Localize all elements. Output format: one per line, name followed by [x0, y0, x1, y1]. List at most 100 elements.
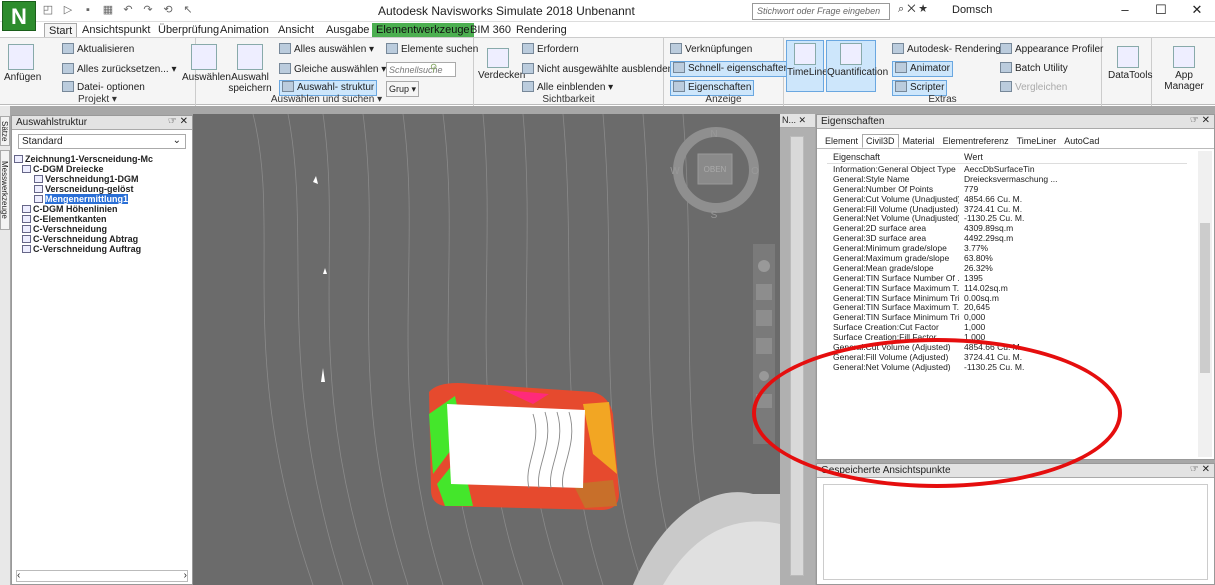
tree-item[interactable]: C-Verschneidung Auftrag [14, 244, 192, 254]
new-icon[interactable]: ◰ [40, 3, 56, 18]
selection-tree-controls[interactable]: ☞ ✕ [168, 116, 188, 127]
tab-animation[interactable]: Animation [216, 23, 273, 37]
title-icons[interactable]: ⌕ ✕ ★ [898, 3, 928, 16]
schnelleigenschaften-button[interactable]: Schnell- eigenschaften [670, 61, 793, 77]
alle-einblenden-button[interactable]: Alle einblenden ▾ [522, 81, 613, 95]
selection-tree-dropdown[interactable]: Standard ⌄ [18, 134, 186, 149]
property-row[interactable]: General:TIN Surface Maximum T... 20,645 [827, 303, 1187, 313]
compass-n[interactable]: N [710, 129, 717, 140]
tab-elementwerkzeuge[interactable]: Elementwerkzeuge [372, 23, 474, 37]
tree-item[interactable]: C-Verschneidung [14, 224, 192, 234]
property-row[interactable]: Surface Creation:Cut Factor 1,000 [827, 323, 1187, 333]
tab-saetze[interactable]: Sätze [0, 116, 10, 146]
horizontal-scrollbar[interactable]: ‹ › [16, 570, 188, 582]
property-row[interactable]: General:Net Volume (Unadjusted) -1130.25 … [827, 214, 1187, 224]
print-icon[interactable]: ▦ [100, 3, 116, 18]
gleiche-auswaehlen-button[interactable]: Gleiche auswählen ▾ [279, 63, 386, 77]
panel-label-projekt[interactable]: Projekt ▾ [0, 94, 195, 106]
view-cube[interactable]: OBEN N S W O [670, 127, 759, 221]
tab-ausgabe[interactable]: Ausgabe [322, 23, 373, 37]
walk-icon[interactable] [756, 394, 772, 408]
property-row[interactable]: General:Number Of Points 779 [827, 185, 1187, 195]
tree-item[interactable]: Verschneidung1-DGM [14, 174, 192, 184]
tab-start[interactable]: Start [44, 23, 78, 37]
tab-bim360[interactable]: BIM 360 [466, 23, 515, 37]
datatools-button[interactable]: DataTools [1108, 46, 1152, 81]
viewcube-top-label[interactable]: OBEN [704, 165, 727, 174]
app-manager-button[interactable]: App Manager [1154, 46, 1214, 92]
property-row[interactable]: General:Style Name Dreiecksvermaschung ..… [827, 175, 1187, 185]
select-icon[interactable]: ↖ [180, 3, 196, 18]
auswaehlen-button[interactable]: Auswählen [182, 44, 231, 83]
verdecken-button[interactable]: Verdecken [478, 48, 525, 81]
aktualisieren-button[interactable]: Aktualisieren [62, 43, 134, 57]
3d-viewport[interactable]: OBEN N S W O [193, 114, 780, 585]
panel-label-auswaehlen[interactable]: Auswählen und suchen ▾ [180, 94, 473, 106]
datei-optionen-button[interactable]: Datei- optionen [62, 81, 145, 95]
look-icon[interactable] [759, 371, 769, 381]
tab-ueberpruefung[interactable]: Überprüfung [154, 23, 223, 37]
tab-elementreferenz[interactable]: Elementreferenz [939, 134, 1013, 148]
steering-wheel-icon[interactable] [758, 260, 770, 272]
minimize-button[interactable]: – [1107, 0, 1143, 20]
tab-civil3d[interactable]: Civil3D [862, 134, 899, 148]
tree-item[interactable]: C-DGM Höhenlinien [14, 204, 192, 214]
property-row[interactable]: General:3D surface area 4492.29sq.m [827, 234, 1187, 244]
compass-o[interactable]: O [751, 166, 759, 177]
anfuegen-button[interactable]: Anfügen [4, 44, 41, 83]
column-header-wert[interactable]: Wert [964, 151, 983, 164]
nicht-ausgewaehlte-ausblenden-button[interactable]: Nicht ausgewählte ausblenden [522, 63, 673, 77]
user-name[interactable]: Domsch [952, 4, 992, 16]
tree-item[interactable]: C-DGM Dreiecke [14, 164, 192, 174]
property-row[interactable]: General:Minimum grade/slope 3.77% [827, 244, 1187, 254]
column-header-eigenschaft[interactable]: Eigenschaft [833, 151, 880, 164]
pan-icon[interactable] [756, 284, 772, 300]
tab-autocad[interactable]: AutoCad [1060, 134, 1103, 148]
vergleichen-button[interactable]: Vergleichen [1000, 81, 1067, 95]
saved-viewpoints-list[interactable] [823, 484, 1208, 580]
close-button[interactable]: ✕ [1179, 0, 1215, 20]
collapsed-panel-title[interactable]: N... ✕ [780, 114, 815, 128]
scroll-left-icon[interactable]: ‹ [17, 570, 20, 581]
help-search-input[interactable]: Stichwort oder Frage eingeben [752, 3, 890, 20]
property-row[interactable]: General:Cut Volume (Adjusted) 4854.66 Cu.… [827, 343, 1187, 353]
alles-auswaehlen-button[interactable]: Alles auswählen ▾ [279, 43, 374, 57]
redo-icon[interactable]: ↷ [140, 3, 156, 18]
collapsed-panel-scroll[interactable] [790, 136, 804, 576]
property-row[interactable]: General:Cut Volume (Unadjusted) 4854.66 C… [827, 195, 1187, 205]
saved-viewpoints-controls[interactable]: ☞ ✕ [1190, 464, 1210, 475]
compass-s[interactable]: S [711, 210, 718, 221]
animator-button[interactable]: Animator [892, 61, 954, 77]
appearance-profiler-button[interactable]: Appearance Profiler [1000, 43, 1103, 57]
erfordern-button[interactable]: Erfordern [522, 43, 579, 57]
batch-utility-button[interactable]: Batch Utility [1000, 62, 1068, 76]
orbit-icon[interactable] [756, 338, 772, 354]
property-row[interactable]: General:Maximum grade/slope 63.80% [827, 254, 1187, 264]
autodesk-rendering-button[interactable]: Autodesk- Rendering [892, 43, 1001, 57]
tab-element[interactable]: Element [821, 134, 862, 148]
property-row[interactable]: General:Fill Volume (Unadjusted) 3724.41 … [827, 205, 1187, 215]
navigation-bar[interactable] [753, 244, 775, 444]
tree-item[interactable]: Verscneidung-gelöst [14, 184, 192, 194]
property-row[interactable]: General:Mean grade/slope 26.32% [827, 264, 1187, 274]
tab-ansicht[interactable]: Ansicht [274, 23, 318, 37]
alles-zuruecksetzen-button[interactable]: Alles zurücksetzen... ▾ [62, 63, 177, 77]
tree-item[interactable]: C-Elementkanten [14, 214, 192, 224]
tree-item[interactable]: Zeichnung1-Verscneidung-Mc [14, 154, 192, 164]
refresh-icon[interactable]: ⟲ [160, 3, 176, 18]
maximize-button[interactable]: ☐ [1143, 0, 1179, 20]
properties-controls[interactable]: ☞ ✕ [1190, 115, 1210, 126]
timeliner-button[interactable]: TimeLiner [786, 40, 831, 92]
properties-scrollbar[interactable] [1198, 151, 1212, 457]
undo-icon[interactable]: ↶ [120, 3, 136, 18]
property-row[interactable]: Information:General Object Type AeccDbSur… [827, 165, 1187, 175]
elemente-suchen-button[interactable]: Elemente suchen [386, 43, 478, 57]
scroll-thumb[interactable] [1200, 223, 1210, 373]
scroll-right-icon[interactable]: › [184, 571, 187, 581]
compass-w[interactable]: W [670, 166, 680, 177]
quick-find-icon[interactable]: ⚲ [430, 62, 437, 76]
property-row[interactable]: General:TIN Surface Minimum Tri... 0.00sq… [827, 294, 1187, 304]
tab-material[interactable]: Material [899, 134, 939, 148]
property-row[interactable]: General:TIN Surface Maximum T... 114.02sq… [827, 284, 1187, 294]
quantification-button[interactable]: Quantification [826, 40, 888, 92]
